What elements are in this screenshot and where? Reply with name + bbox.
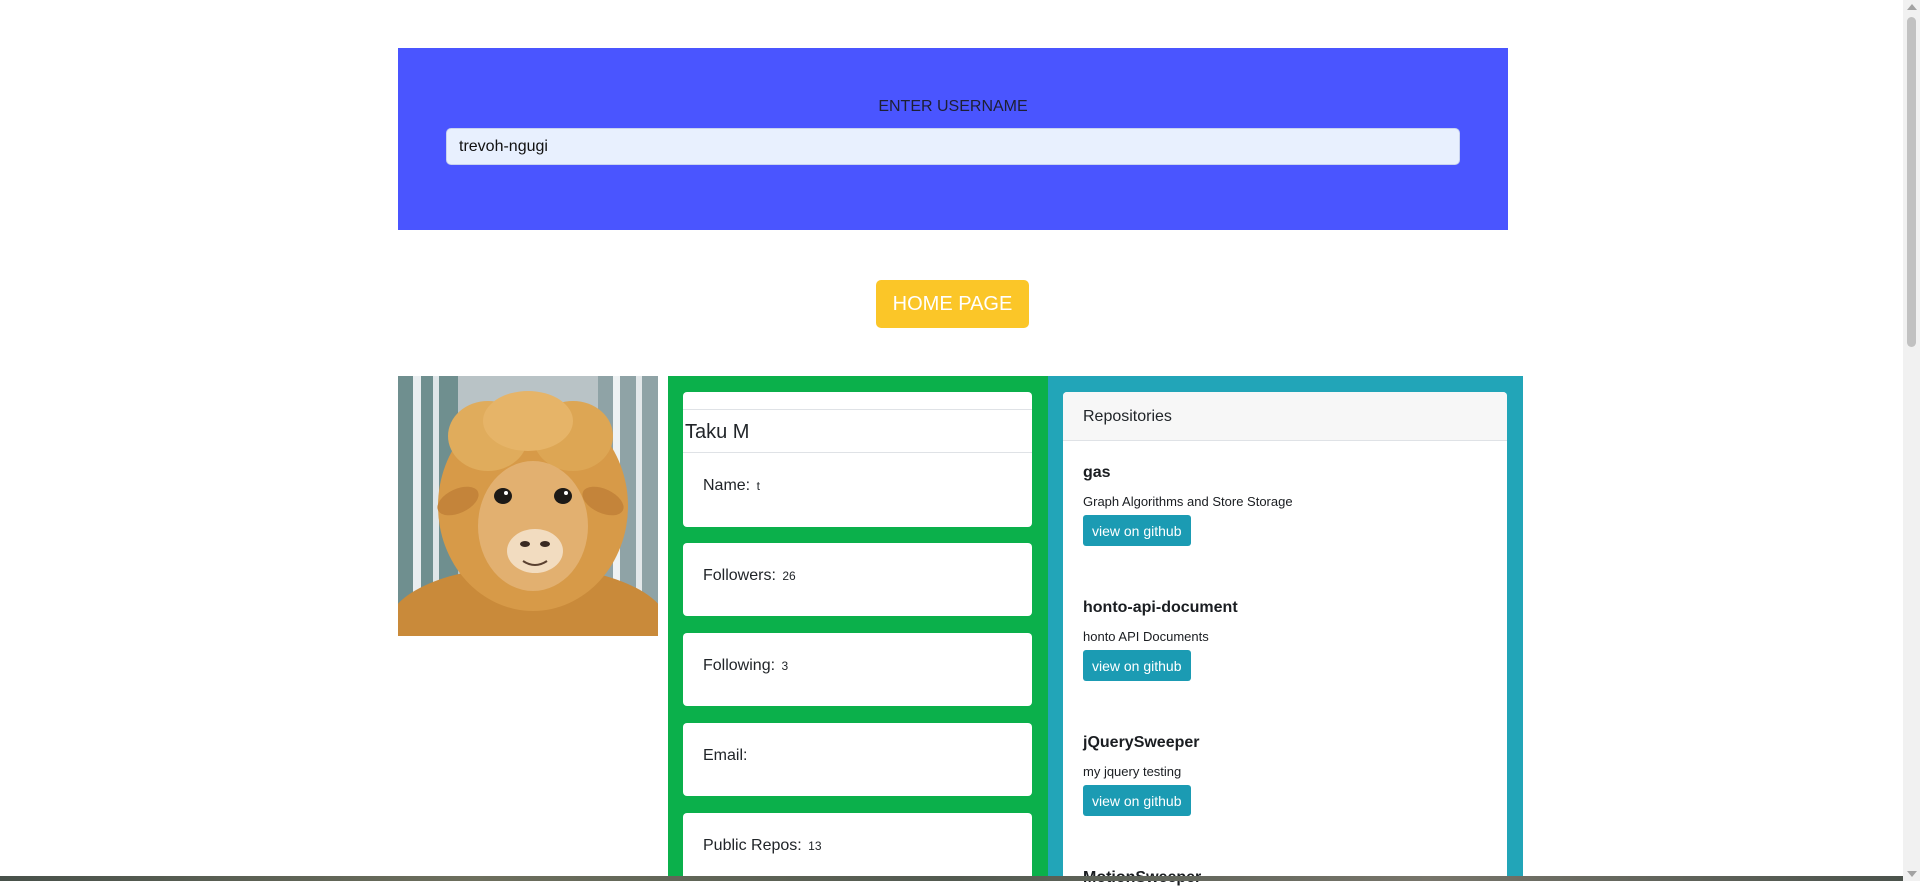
public-repos-value: 13 [808, 839, 822, 853]
repo-description: my jquery testing [1083, 764, 1182, 779]
repo-name: gas [1083, 464, 1111, 481]
email-stat: Email: [703, 747, 749, 765]
email-label: Email: [703, 747, 748, 764]
repo-name: honto-api-document [1083, 599, 1238, 616]
email-card: Email: [683, 723, 1032, 796]
home-page-button[interactable]: HOME PAGE [876, 280, 1029, 328]
search-panel: ENTER USERNAME [398, 48, 1508, 230]
following-card: Following: 3 [683, 633, 1032, 706]
followers-value: 26 [782, 569, 796, 583]
repositories-column: Repositories gas Graph Algorithms and St… [1048, 376, 1523, 892]
repositories-card: Repositories gas Graph Algorithms and St… [1063, 392, 1507, 892]
following-stat: Following: 3 [703, 657, 788, 675]
repo-description: Graph Algorithms and Store Storage [1083, 494, 1293, 509]
profile-column: Taku M Name: t Followers: 26 Following: … [668, 376, 1048, 886]
repo-name: jQuerySweeper [1083, 734, 1200, 751]
name-stat: Name: t [703, 477, 760, 495]
username-input[interactable] [446, 128, 1460, 165]
view-on-github-button[interactable]: view on github [1083, 650, 1191, 681]
scrollbar-thumb[interactable] [1907, 17, 1916, 347]
followers-label: Followers: [703, 567, 776, 584]
view-on-github-button[interactable]: view on github [1083, 785, 1191, 816]
vertical-scrollbar[interactable] [1903, 0, 1920, 881]
repo-description: honto API Documents [1083, 629, 1209, 644]
profile-name-card: Taku M Name: t [683, 392, 1032, 527]
followers-card: Followers: 26 [683, 543, 1032, 616]
following-label: Following: [703, 657, 776, 674]
scroll-down-arrow-icon[interactable] [1907, 871, 1917, 877]
name-value: t [756, 479, 760, 493]
view-on-github-button[interactable]: view on github [1083, 515, 1191, 546]
followers-stat: Followers: 26 [703, 567, 796, 585]
public-repos-stat: Public Repos: 13 [703, 837, 822, 855]
scroll-up-arrow-icon[interactable] [1907, 4, 1917, 10]
avatar [398, 376, 658, 636]
profile-title: Taku M [683, 409, 1032, 453]
public-repos-label: Public Repos: [703, 837, 802, 854]
background-image-strip [0, 876, 1903, 881]
name-label: Name: [703, 477, 751, 494]
repo-item: honto-api-document honto API Documents v… [1083, 599, 1238, 681]
following-value: 3 [781, 659, 789, 673]
repositories-header: Repositories [1063, 392, 1507, 441]
avatar-image [398, 376, 658, 636]
repo-item: jQuerySweeper my jquery testing view on … [1083, 734, 1200, 816]
repo-item: gas Graph Algorithms and Store Storage v… [1083, 464, 1293, 546]
search-label: ENTER USERNAME [878, 98, 1028, 115]
